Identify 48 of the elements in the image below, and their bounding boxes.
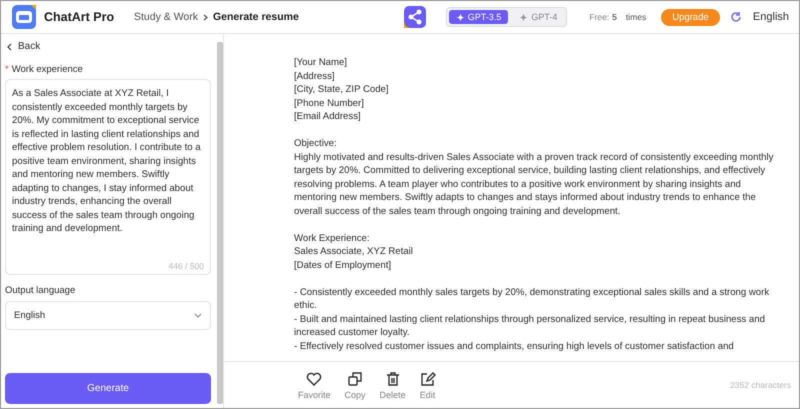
chevron-down-icon	[194, 313, 202, 318]
character-count: 2352 characters	[730, 380, 791, 390]
app-name: ChatArt Pro	[44, 10, 114, 24]
document-text: Objective:	[294, 137, 338, 150]
sparkle-icon	[456, 12, 465, 22]
action-button[interactable]: Copy	[340, 370, 370, 400]
document-text: [City, State, ZIP Code]	[294, 83, 390, 96]
favorite-icon	[306, 370, 322, 386]
document-text: - Consistently exceeded monthly sales targets by 20%, demonstrating exceptional sales skills and a strong work ethic.	[294, 286, 770, 312]
action-button[interactable]: Favorite	[294, 370, 335, 400]
document-text: Work Experience:	[294, 232, 371, 245]
breadcrumb-link[interactable]: Study & Work	[134, 11, 198, 23]
generate-button[interactable]: Generate	[5, 373, 211, 404]
scrollbar-thumb[interactable]	[217, 42, 223, 404]
field-label: Output language	[5, 285, 76, 296]
action-button[interactable]: Delete	[376, 370, 410, 400]
free-count: 5	[612, 12, 617, 22]
model-tab[interactable]: GPT-4	[512, 10, 564, 24]
chevron-icon	[203, 14, 208, 20]
document-text: Sales Associate, XYZ Retail	[294, 245, 414, 258]
document-text: [Address]	[294, 70, 336, 83]
text-area[interactable]: As a Sales Associate at XYZ Retail, I consistently exceeded monthly targets by 20%. My commitment to exceptional service is reflected in lasting client relationships and effective problem resolution. I contribute to a positive team environment, sharing insights and mentoring new members. Swiftly adapting to changes, I stay informed about industry trends, enhancing the overall success of the sales team through ongoing training and development. 446 / 500	[5, 79, 211, 275]
character-counter: 446 / 500	[168, 261, 204, 271]
document-text: Highly motivated and results-driven Sales Associate with a proven track record of consistently exceeding monthly targets by 20%. Committed to delivering exceptional service, building lasting client relationships, and effectively resolving problems. A team player who contributes to a positive work environment by sharing insights and mentoring new members. Swiftly adapts to changes and stays informed about industry trends to enhance the overall success of the sales team through ongoing training and development.	[294, 150, 774, 218]
page-title: Generate resume	[213, 11, 299, 23]
edit-icon	[420, 370, 436, 386]
sparkle-icon	[519, 12, 528, 22]
action-button[interactable]: Edit	[416, 370, 440, 400]
document-text: [Phone Number]	[294, 96, 365, 110]
document-text: - Built and maintained lasting client relationships through personalized service, resulting in repeat business and increased customer loyalty.	[294, 312, 766, 340]
copy-icon	[347, 370, 364, 386]
model-tab[interactable]: GPT-3.5	[448, 10, 508, 24]
required-mark: *	[5, 64, 9, 75]
share-icon[interactable]	[404, 6, 426, 28]
logo-icon	[11, 4, 37, 30]
upgrade-button[interactable]: Upgrade	[661, 8, 720, 26]
delete-icon	[384, 370, 401, 386]
refresh-icon[interactable]	[730, 11, 742, 23]
document-text: [Dates of Employment]	[294, 258, 392, 272]
document-text: [Your Name]	[294, 56, 348, 70]
back-link[interactable]: Back	[5, 38, 211, 55]
language-dropdown[interactable]: English	[5, 301, 211, 330]
language-selector[interactable]: English	[752, 11, 789, 23]
free-unit: times	[626, 12, 646, 22]
document-text: - Effectively resolved customer issues and complaints, ensuring high levels of customer satisfaction and	[294, 340, 735, 353]
free-label: Free:	[589, 12, 610, 22]
field-label: Work experience	[12, 64, 83, 75]
document-text: [Email Address]	[294, 110, 362, 124]
